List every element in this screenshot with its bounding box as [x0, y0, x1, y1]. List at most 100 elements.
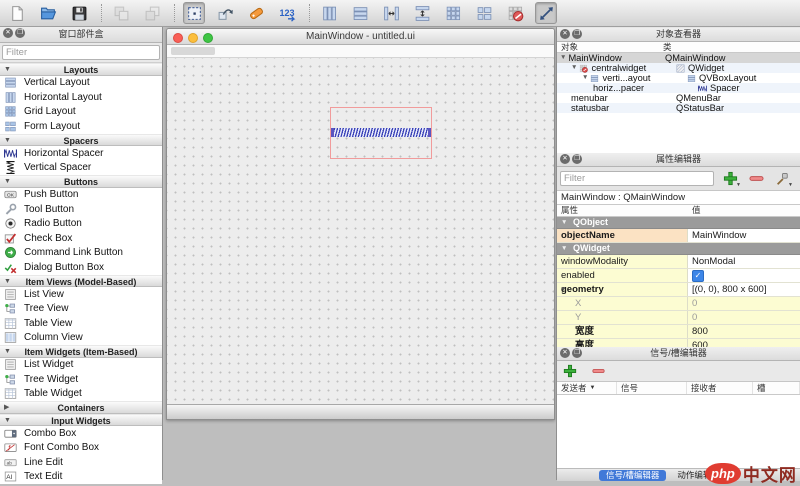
edit-tab-order-button[interactable]: 123: [276, 2, 298, 24]
checkbox-checked-icon[interactable]: ✓: [692, 269, 704, 282]
widget-table-widget[interactable]: Table Widget: [0, 386, 162, 401]
object-tree-row-verti-ayout[interactable]: ▼ verti...ayout QVBoxLayout: [557, 73, 800, 83]
new-form-button[interactable]: [6, 2, 28, 24]
close-window-icon[interactable]: [173, 32, 183, 43]
object-tree-row-mainwindow[interactable]: ▼ MainWindow QMainWindow: [557, 53, 800, 63]
signal-slot-empty-table[interactable]: [557, 395, 800, 471]
widget-tree-view[interactable]: Tree View: [0, 301, 162, 316]
object-tree-row-horiz-pacer[interactable]: horiz...pacer Spacer: [557, 83, 800, 93]
widget-table-view[interactable]: Table View: [0, 316, 162, 331]
chevron-down-icon[interactable]: ▼: [571, 63, 577, 73]
widget-list-widget[interactable]: List Widget: [0, 357, 162, 372]
widget-filter-input[interactable]: [2, 45, 160, 60]
property-filter-input[interactable]: [560, 171, 714, 186]
layout-vertically-button[interactable]: [349, 2, 371, 24]
widget-radio-button[interactable]: Radio Button: [0, 216, 162, 231]
widget-list-view[interactable]: List View: [0, 287, 162, 302]
property-value[interactable]: 0: [688, 297, 800, 310]
property-row-x[interactable]: X0: [557, 297, 800, 311]
remove-property-button[interactable]: [746, 170, 766, 188]
float-icon[interactable]: ❐: [572, 29, 582, 39]
signal-slot-column-3[interactable]: 槽: [753, 382, 800, 394]
float-icon[interactable]: ❐: [15, 28, 25, 38]
layout-grid-button[interactable]: [442, 2, 464, 24]
property-row-windowmodality[interactable]: windowModality NonModal: [557, 255, 800, 269]
property-row-geometry[interactable]: ▼ geometry [(0, 0), 800 x 600]: [557, 283, 800, 297]
property-row-objectname[interactable]: objectName MainWindow: [557, 229, 800, 243]
category-buttons[interactable]: ▼ Buttons: [0, 175, 162, 188]
widget-column-view[interactable]: Column View: [0, 330, 162, 345]
column-value[interactable]: 值: [692, 205, 701, 216]
close-icon[interactable]: ✕: [560, 348, 570, 358]
category-layouts[interactable]: ▼ Layouts: [0, 63, 162, 76]
category-input-widgets[interactable]: ▼ Input Widgets: [0, 413, 162, 426]
widget-check-box[interactable]: Check Box: [0, 231, 162, 246]
widget-font-combo-box[interactable]: f Font Combo Box: [0, 440, 162, 455]
float-icon[interactable]: ❐: [572, 154, 582, 164]
menu-type-here-placeholder[interactable]: [171, 47, 215, 55]
widget-tool-button[interactable]: Tool Button: [0, 202, 162, 217]
object-tree-row-centralwidget[interactable]: ▼ centralwidget QWidget: [557, 63, 800, 73]
open-form-button[interactable]: [37, 2, 59, 24]
property-row-enabled[interactable]: enabled ✓: [557, 269, 800, 283]
layout-horizontal-splitter-button[interactable]: [380, 2, 402, 24]
category-containers[interactable]: ▶ Containers: [0, 401, 162, 414]
configure-property-editor-button[interactable]: ▼: [772, 170, 793, 188]
property-object-selector[interactable]: MainWindow : QMainWindow: [557, 191, 800, 205]
widget-text-edit[interactable]: AI Text Edit: [0, 469, 162, 484]
category-item-widgets-item-based[interactable]: ▼ Item Widgets (Item-Based): [0, 345, 162, 358]
remove-connection-button[interactable]: [588, 362, 608, 380]
add-connection-button[interactable]: [560, 362, 580, 380]
form-titlebar[interactable]: MainWindow - untitled.ui: [167, 29, 554, 45]
chevron-down-icon[interactable]: ▼: [560, 283, 566, 296]
layout-horizontally-button[interactable]: [318, 2, 340, 24]
object-tree-row-menubar[interactable]: menubar QMenuBar: [557, 93, 800, 103]
widget-grid-layout[interactable]: Grid Layout: [0, 104, 162, 119]
selection-rect[interactable]: [330, 107, 432, 159]
form-menubar[interactable]: [167, 45, 554, 58]
category-spacers[interactable]: ▼ Spacers: [0, 133, 162, 146]
widget-command-link-button[interactable]: Command Link Button: [0, 245, 162, 260]
widget-line-edit[interactable]: ab Line Edit: [0, 455, 162, 470]
property-column-header[interactable]: 属性 值: [557, 205, 800, 217]
widget-dialog-button-box[interactable]: Dialog Button Box: [0, 260, 162, 275]
property-value[interactable]: [(0, 0), 800 x 600]: [688, 283, 800, 296]
property-group-qwidget[interactable]: ▼ QWidget: [557, 243, 800, 255]
signal-slot-column-2[interactable]: 接收者: [687, 382, 753, 394]
form-canvas[interactable]: [167, 58, 554, 404]
widget-vertical-spacer[interactable]: Vertical Spacer: [0, 160, 162, 175]
column-property[interactable]: 属性: [561, 205, 578, 216]
widget-push-button[interactable]: OK Push Button: [0, 187, 162, 202]
widget-horizontal-spacer[interactable]: Horizontal Spacer: [0, 146, 162, 161]
property-value[interactable]: ✓: [688, 269, 800, 282]
signal-slot-column-1[interactable]: 信号: [617, 382, 687, 394]
edit-signals-slots-button[interactable]: [214, 2, 236, 24]
column-class[interactable]: 类: [663, 42, 672, 52]
widget-tree-widget[interactable]: Tree Widget: [0, 372, 162, 387]
minimize-window-icon[interactable]: [188, 32, 198, 43]
break-layout-button[interactable]: [504, 2, 526, 24]
category-item-views-model-based[interactable]: ▼ Item Views (Model-Based): [0, 274, 162, 287]
adjust-size-button[interactable]: [535, 2, 557, 24]
form-window[interactable]: MainWindow - untitled.ui: [166, 28, 555, 420]
layout-form-button[interactable]: [473, 2, 495, 24]
save-form-button[interactable]: [68, 2, 90, 24]
property-value[interactable]: MainWindow: [688, 229, 800, 242]
widget-combo-box[interactable]: Combo Box: [0, 426, 162, 441]
property-value[interactable]: 0: [688, 311, 800, 324]
add-property-button[interactable]: ▼: [720, 170, 741, 188]
zoom-window-icon[interactable]: [203, 32, 213, 43]
widget-horizontal-layout[interactable]: Horizontal Layout: [0, 90, 162, 105]
chevron-down-icon[interactable]: ▼: [560, 53, 566, 63]
dock-tab-信号-槽编辑器[interactable]: 信号/槽编辑器: [599, 469, 667, 481]
object-tree-column-header[interactable]: 对象 类: [557, 42, 800, 53]
float-icon[interactable]: ❐: [572, 348, 582, 358]
edit-widgets-button[interactable]: [183, 2, 205, 24]
close-icon[interactable]: ✕: [560, 154, 570, 164]
property-row-宽度[interactable]: 宽度 800: [557, 325, 800, 339]
close-icon[interactable]: ✕: [3, 28, 13, 38]
column-object[interactable]: 对象: [561, 42, 578, 52]
layout-vertical-splitter-button[interactable]: [411, 2, 433, 24]
property-value[interactable]: NonModal: [688, 255, 800, 268]
edit-buddies-button[interactable]: [245, 2, 267, 24]
